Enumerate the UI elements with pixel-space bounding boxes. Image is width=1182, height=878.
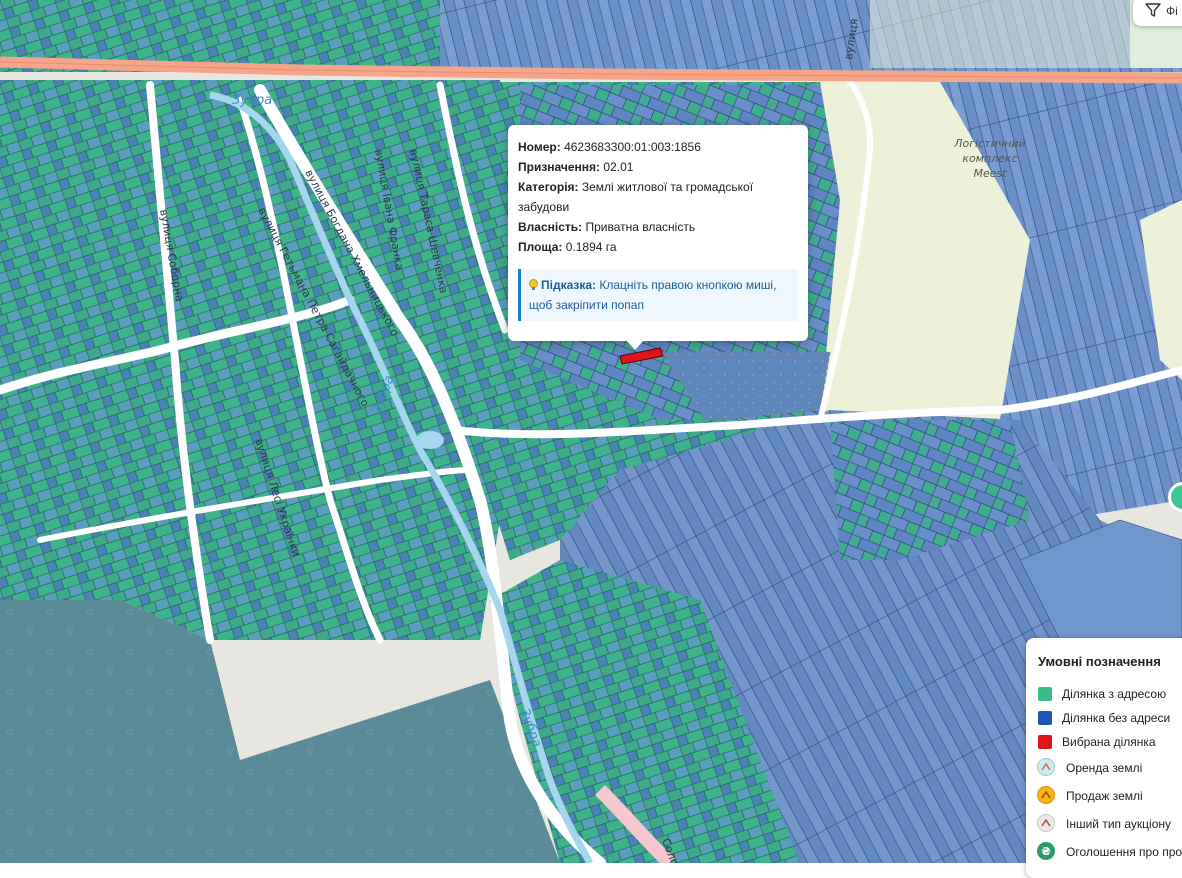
green-square-icon xyxy=(1038,687,1052,701)
poi-label-line3: Meest xyxy=(973,167,1007,180)
poi-label-line2: комплекс xyxy=(962,152,1017,165)
filter-icon xyxy=(1145,3,1161,17)
popup-ownership: Приватна власність xyxy=(585,220,696,234)
hryvnia-icon: ₴ xyxy=(1037,842,1055,860)
legend-title: Умовні позначення xyxy=(1038,654,1161,669)
pond xyxy=(416,431,444,449)
popup-hint: Підказка: Клацніть правою кнопкою миші, … xyxy=(518,269,798,321)
street-label-zubra-top: Зубра xyxy=(232,93,272,108)
poi-label-line1: Логістичний xyxy=(953,137,1025,150)
popup-category-row: Категорія: Землі житлової та громадської… xyxy=(518,180,754,214)
open-field-top xyxy=(870,0,1130,68)
map-legend: Умовні позначення Ділянка з адресою Діля… xyxy=(1026,638,1182,878)
popup-ownership-row: Власність: Приватна власність xyxy=(518,220,696,234)
popup-area: 0.1894 га xyxy=(565,240,617,254)
auction-icon xyxy=(1037,814,1055,832)
filter-button-label: Фі xyxy=(1166,4,1178,18)
lightbulb-icon xyxy=(529,279,538,290)
popup-number: 4623683300:01:003:1856 xyxy=(564,140,701,154)
popup-purpose-row: Призначення: 02.01 xyxy=(518,160,634,174)
red-square-icon xyxy=(1038,735,1052,749)
svg-text:₴: ₴ xyxy=(1041,845,1050,858)
popup-hint-label: Підказка: xyxy=(541,278,597,292)
lease-icon xyxy=(1037,758,1055,776)
parcel-popup[interactable]: Номер: 4623683300:01:003:1856 Призначенн… xyxy=(508,125,808,350)
filter-button[interactable]: Фі xyxy=(1133,0,1182,26)
sale-icon xyxy=(1037,786,1055,804)
popup-purpose: 02.01 xyxy=(603,160,634,174)
blue-square-icon xyxy=(1038,711,1052,725)
popup-area-row: Площа: 0.1894 га xyxy=(518,240,617,254)
popup-number-row: Номер: 4623683300:01:003:1856 xyxy=(518,140,701,154)
